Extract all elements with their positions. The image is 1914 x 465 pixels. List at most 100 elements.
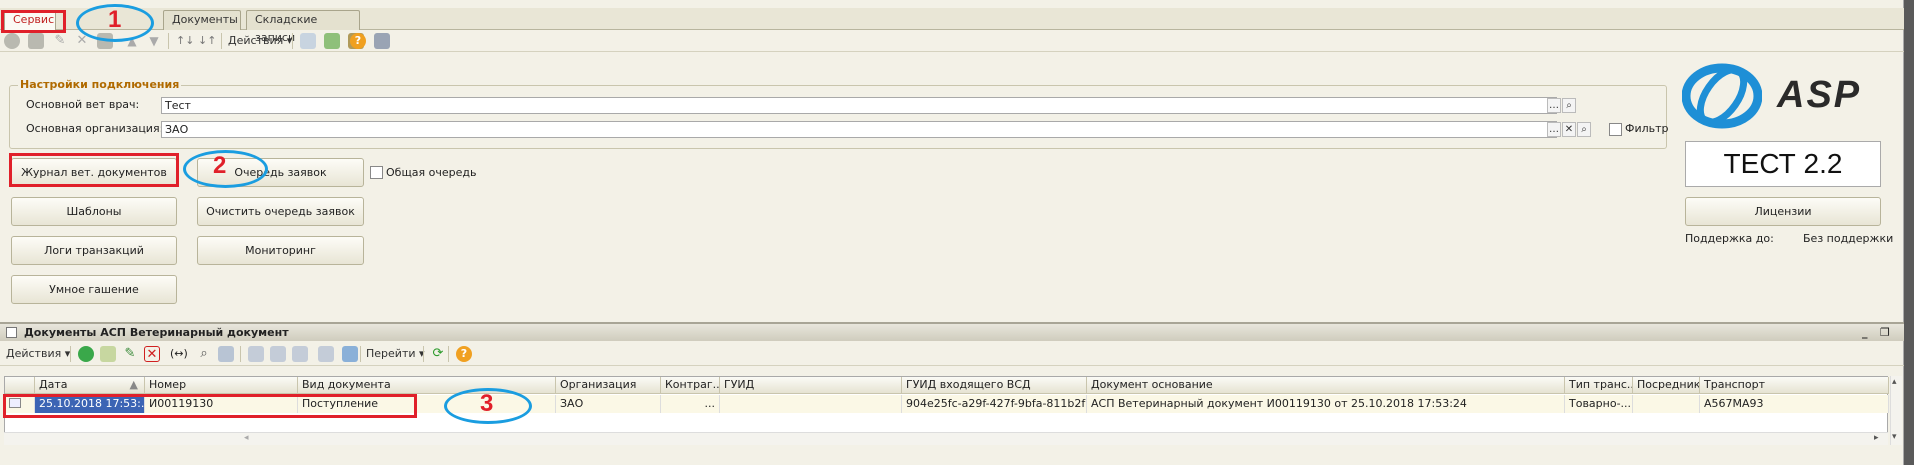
vet-label: Основной вет врач:	[26, 98, 140, 111]
table-header-cell[interactable]: Номер	[145, 377, 298, 394]
documents-toolbar: Действия ▾ ✎ ✕ (↔) ⌕ Перейти ▾ ⟳ ?	[0, 342, 1904, 366]
app-window: Сервис Документы Складские записи ✎ ✕ ▲ …	[0, 0, 1904, 465]
table-cell[interactable]: ЗАО	[556, 395, 661, 413]
clear-icon[interactable]: ✕	[1562, 122, 1576, 137]
toolbar-separator	[448, 346, 449, 362]
help-icon[interactable]: ?	[456, 346, 472, 362]
table-cell[interactable]	[1633, 395, 1700, 413]
annotation-box-journal	[9, 153, 179, 187]
table-header-cell[interactable]: Контраг...	[661, 377, 720, 394]
link-icon[interactable]: (↔)	[170, 346, 188, 362]
table-header-cell[interactable]: Организация	[556, 377, 661, 394]
toolbar-separator	[70, 346, 71, 362]
filter-dropdown-icon[interactable]	[292, 346, 308, 362]
table-cell[interactable]: 904e25fc-a29f-427f-9bfa-811b2f9f...	[902, 395, 1087, 413]
toolbar-separator	[423, 346, 424, 362]
documents-panel-title: Документы АСП Ветеринарный документ	[24, 326, 289, 339]
clear-queue-button[interactable]: Очистить очередь заявок	[197, 197, 364, 226]
toolbar-separator	[168, 33, 169, 49]
help-icon[interactable]: ?	[350, 33, 366, 49]
common-queue-checkbox[interactable]	[370, 166, 383, 179]
connection-settings: Настройки подключения Основной вет врач:…	[9, 78, 1669, 149]
scroll-down-icon[interactable]: ▾	[1892, 432, 1897, 442]
table-cell[interactable]: Товарно-...	[1565, 395, 1633, 413]
org-label: Основная организация:	[26, 122, 164, 135]
table-cell[interactable]: АСП Ветеринарный документ И00119130 от 2…	[1087, 395, 1565, 413]
annotation-number-2: 2	[213, 152, 227, 179]
annotation-box-row	[3, 394, 417, 418]
goto-menu[interactable]: Перейти ▾	[366, 346, 425, 362]
clear-filter-icon[interactable]	[318, 346, 334, 362]
table-header-cell[interactable]: Тип транс...	[1565, 377, 1633, 394]
list-settings-icon[interactable]	[374, 33, 390, 49]
refresh-icon[interactable]: ⟳	[430, 346, 446, 362]
cancel-search-icon[interactable]	[218, 346, 234, 362]
scroll-up-icon[interactable]: ▴	[1892, 377, 1897, 387]
add-icon[interactable]	[78, 346, 94, 362]
tab-documents[interactable]: Документы	[163, 10, 241, 30]
connection-settings-title: Настройки подключения	[18, 78, 182, 91]
table-header-cell[interactable]: Документ основание	[1087, 377, 1565, 394]
print-icon[interactable]	[300, 33, 316, 49]
select-button[interactable]: …	[1547, 98, 1561, 113]
scroll-right-icon[interactable]: ▸	[1874, 433, 1879, 443]
toolbar-separator	[240, 346, 241, 362]
scroll-left-icon[interactable]: ◂	[244, 433, 249, 443]
filter-icon[interactable]	[248, 346, 264, 362]
document-icon	[6, 327, 17, 338]
sort-asc-icon: ▲	[129, 378, 138, 391]
table-cell[interactable]: А567МА93	[1700, 395, 1889, 413]
search-icon[interactable]: ⌕	[1562, 98, 1576, 113]
monitoring-button[interactable]: Мониторинг	[197, 236, 364, 265]
table-cell[interactable]: ...	[661, 395, 720, 413]
add-icon[interactable]	[4, 33, 20, 49]
table-header-cell[interactable]: ГУИД	[720, 377, 902, 394]
toolbar-separator	[292, 33, 293, 49]
edit-icon[interactable]: ✎	[52, 33, 68, 49]
minimize-icon[interactable]: _	[1862, 324, 1868, 341]
select-button[interactable]: …	[1547, 122, 1561, 137]
filter-list-icon[interactable]	[270, 346, 286, 362]
delete-icon[interactable]: ✕	[144, 346, 160, 362]
table-header-cell[interactable]: Посредник	[1633, 377, 1700, 394]
restore-icon[interactable]: ❐	[1880, 324, 1890, 341]
vet-input[interactable]: Тест	[161, 97, 1557, 114]
toolbar-separator	[360, 346, 361, 362]
annotation-number-3: 3	[480, 390, 494, 417]
org-input[interactable]: ЗАО	[161, 121, 1557, 138]
table-header-cell[interactable]: ГУИД входящего ВСД	[902, 377, 1087, 394]
find-icon[interactable]: ⌕	[196, 346, 212, 362]
panel-actions-menu[interactable]: Действия ▾	[6, 346, 70, 362]
copy-icon[interactable]	[28, 33, 44, 49]
horizontal-scrollbar[interactable]: ◂ ▸	[4, 432, 1888, 445]
table-cell[interactable]	[720, 395, 902, 413]
copy-icon[interactable]	[100, 346, 116, 362]
sort-asc-icon[interactable]: ↑↓	[176, 33, 194, 49]
tab-warehouse-records[interactable]: Складские записи	[246, 10, 360, 44]
filter-label: Фильтр	[1625, 122, 1669, 135]
filter-checkbox[interactable]	[1609, 123, 1622, 136]
actions-menu[interactable]: Действия ▾	[228, 33, 292, 49]
asp-logo-icon	[1681, 62, 1763, 130]
main-toolbar: ✎ ✕ ▲ ▼ ↑↓ ↓↑ Действия ▾ ?	[0, 30, 1904, 52]
table-header-cell[interactable]: Дата ▲	[35, 377, 145, 394]
toolbar-separator	[221, 33, 222, 49]
column-date-label: Дата	[39, 378, 68, 391]
table-header-cell[interactable]: Вид документа	[298, 377, 556, 394]
version-label: ТЕСТ 2.2	[1685, 141, 1881, 187]
vertical-scrollbar[interactable]: ▴ ▾	[1890, 376, 1902, 445]
support-label: Поддержка до:	[1685, 232, 1774, 245]
smart-clearing-button[interactable]: Умное гашение	[11, 275, 177, 304]
licenses-button[interactable]: Лицензии	[1685, 197, 1881, 226]
sort-desc-icon[interactable]: ↓↑	[198, 33, 216, 49]
logs-button[interactable]: Логи транзакций	[11, 236, 177, 265]
brand-name: ASP	[1777, 74, 1862, 116]
templates-button[interactable]: Шаблоны	[11, 197, 177, 226]
search-icon[interactable]: ⌕	[1577, 122, 1591, 137]
common-queue-label: Общая очередь	[386, 166, 477, 179]
edit-icon[interactable]: ✎	[122, 346, 138, 362]
move-down-icon[interactable]: ▼	[146, 33, 162, 49]
report-icon[interactable]	[324, 33, 340, 49]
table-header-cell[interactable]: Транспорт	[1700, 377, 1889, 394]
tree-icon[interactable]	[342, 346, 358, 362]
